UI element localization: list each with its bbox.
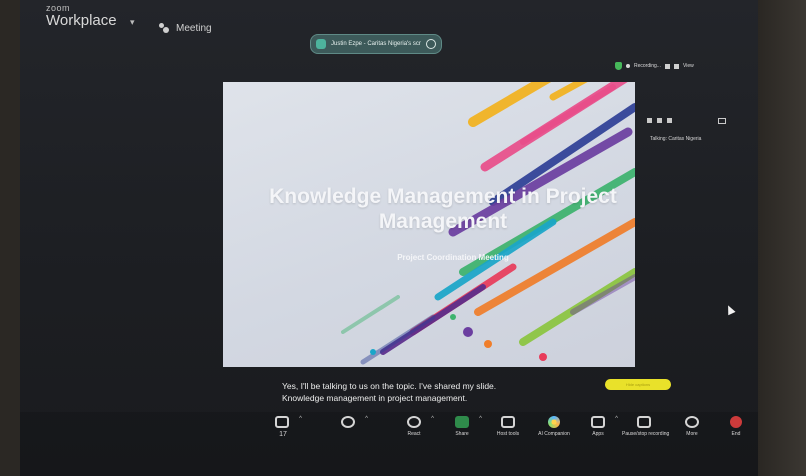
recording-status: Recording... [634,63,661,69]
slide-stripe [468,82,552,127]
brand-title: Workplace [46,12,117,29]
shield-icon [501,416,515,428]
meeting-toolbar: 17 ^ ^ React ^ Share ^ Host tools AI Com… [20,412,758,476]
more-button[interactable]: More [670,412,714,437]
chat-icon [341,416,355,428]
share-label: Share [455,431,469,437]
participants-count: 17 [279,431,287,438]
slide-title: Knowledge Management in Project Manageme… [269,185,617,233]
stop-share-icon[interactable] [426,39,436,49]
react-button[interactable]: React ^ [392,412,436,437]
slide-dot [450,314,456,320]
slide-stripe [570,274,635,315]
pause-icon [637,416,651,428]
react-icon [407,416,421,428]
expand-panel-icon[interactable] [718,118,726,124]
caption-line-1: Yes, I'll be talking to us on the topic.… [282,381,497,391]
slide-dot [484,340,492,348]
share-banner-text: Justin Ezpe - Caritas Nigeria's scr [331,41,421,47]
share-screen-icon [316,39,326,49]
more-icon [685,416,699,428]
live-caption: Yes, I'll be talking to us on the topic.… [282,380,496,404]
host-tools-button[interactable]: Host tools [486,412,530,437]
more-label: More [686,431,698,437]
chevron-up-icon[interactable]: ^ [365,416,368,422]
apps-icon [591,416,605,428]
share-screen-icon [455,416,469,428]
ai-companion-button[interactable]: AI Companion [532,412,576,437]
host-tools-label: Host tools [496,431,520,437]
chevron-down-icon[interactable]: ▾ [130,17,135,28]
recording-label: Pause/stop recording [622,431,670,437]
talking-indicator: Talking: Caritas Nigeria [650,136,702,142]
end-label: End [731,431,741,437]
panel-icon-3[interactable] [667,118,672,123]
tab-meeting[interactable]: Meeting [158,22,212,34]
chevron-up-icon[interactable]: ^ [299,416,302,422]
tab-meeting-label: Meeting [176,22,212,34]
meeting-icon [158,22,170,34]
panel-icon-2[interactable] [657,118,662,123]
top-bar: zoom Workplace ▾ Meeting Justin Ezpe - C… [20,0,758,90]
chevron-up-icon[interactable]: ^ [615,416,618,422]
react-label: React [407,431,421,437]
caption-options-button[interactable]: Hide captions [605,379,671,390]
chevron-up-icon[interactable]: ^ [479,416,482,422]
screen-share-banner[interactable]: Justin Ezpe - Caritas Nigeria's scr [310,34,442,54]
projected-screen: zoom Workplace ▾ Meeting Justin Ezpe - C… [20,0,758,476]
view-button[interactable]: View [683,63,694,69]
slide-dot [370,349,376,355]
slide-dot [463,327,473,337]
slide-stripe [341,295,400,334]
share-button[interactable]: Share ^ [440,412,484,437]
slide-stripe [360,314,436,365]
participants-button[interactable]: 17 ^ [260,412,304,438]
security-shield-icon[interactable] [615,62,622,70]
room-wall-right [758,0,806,476]
apps-button[interactable]: Apps ^ [576,412,620,437]
pause-recording-icon[interactable] [664,63,670,69]
zoom-workplace-logo[interactable]: zoom Workplace [46,4,117,29]
stop-recording-icon[interactable] [673,63,679,69]
apps-label: Apps [592,431,604,437]
ai-companion-icon [548,416,560,428]
participants-icon [275,416,289,428]
recording-dot-icon [626,64,630,68]
mouse-cursor-icon [724,303,736,316]
shared-slide: Knowledge Management in Project Manageme… [223,82,635,367]
caption-line-2: Knowledge management in project manageme… [282,393,468,403]
pause-stop-recording-button[interactable]: Pause/stop recording [622,412,670,437]
end-button[interactable]: End [714,412,758,437]
slide-dot [539,353,547,361]
chevron-up-icon[interactable]: ^ [431,416,434,422]
end-call-icon [730,416,742,428]
ai-companion-label: AI Companion [538,431,570,437]
slide-stripe [474,218,635,316]
meeting-status-row: Recording... View [615,62,694,70]
room-wall-left [0,0,20,476]
slide-subtitle: Project Coordination Meeting [397,253,509,262]
panel-icon-1[interactable] [647,118,652,123]
side-panel-controls [647,118,672,123]
chat-button[interactable]: ^ [326,412,370,431]
